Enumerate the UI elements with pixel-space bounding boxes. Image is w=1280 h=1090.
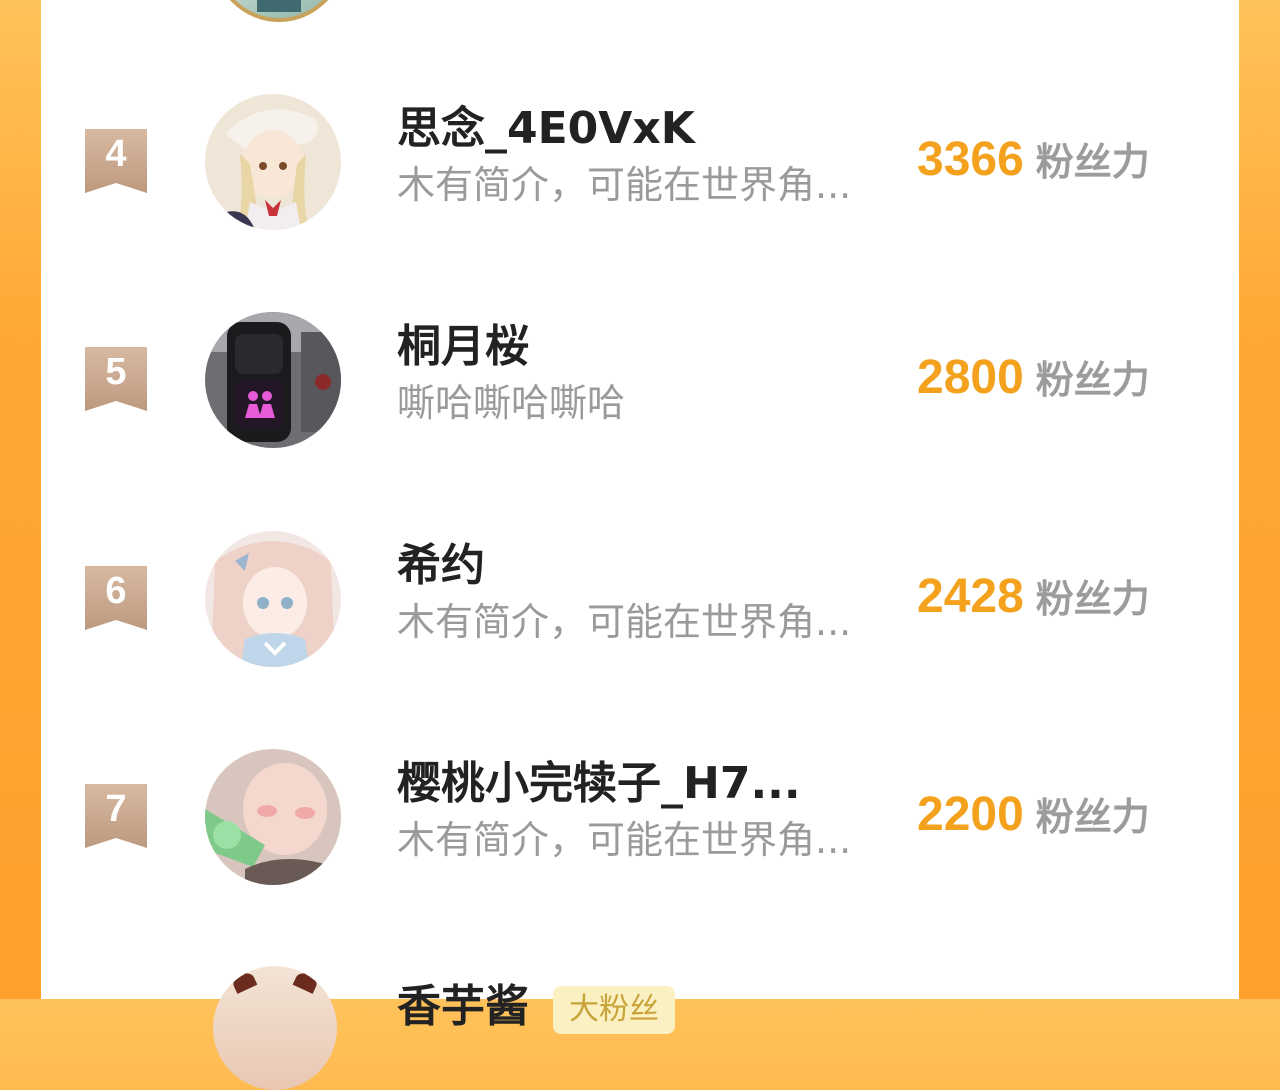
ranking-row[interactable]: 4 思念_4E0VxK 木有简介，可能在世界角... 3366 粉丝力 [0, 92, 1280, 232]
ranking-row[interactable]: 6 希约 木有简介，可能在世界角... 2428 粉丝力 [0, 529, 1280, 669]
rank-badge: 6 [85, 566, 147, 630]
user-avatar[interactable] [205, 94, 341, 230]
ranking-row-partial[interactable]: 香芋酱 大粉丝 [0, 966, 1280, 1090]
fan-power-value: 2800 [917, 351, 1024, 404]
rank-badge: 5 [85, 347, 147, 411]
user-bio: 木有简介，可能在世界角... [397, 818, 852, 862]
ranking-row[interactable]: 7 樱桃小完犊子_H7... 木有简介，可能在世界角... 2200 粉丝力 [0, 747, 1280, 887]
user-bio: 嘶哈嘶哈嘶哈 [397, 381, 626, 425]
fan-power: 2800 粉丝力 [917, 350, 1150, 416]
user-bio: 木有简介，可能在世界角... [397, 600, 852, 644]
fan-power-value: 3366 [917, 133, 1024, 186]
user-avatar[interactable] [205, 531, 341, 667]
fan-power-unit: 粉丝力 [1035, 795, 1150, 839]
rank-number: 6 [105, 570, 127, 612]
fan-power: 2428 粉丝力 [917, 569, 1150, 635]
avatar-image [205, 749, 341, 885]
avatar-horn [230, 970, 258, 994]
fan-power-unit: 粉丝力 [1035, 140, 1150, 184]
avatar-figure [257, 0, 301, 12]
fan-power-value: 2428 [917, 570, 1024, 623]
user-name[interactable]: 香芋酱 [397, 980, 529, 1034]
rank-number: 4 [105, 133, 127, 175]
avatar-image [205, 531, 341, 667]
rank-badge: 4 [85, 129, 147, 193]
fan-power: 3366 粉丝力 [917, 132, 1150, 198]
rank-badge: 7 [85, 784, 147, 848]
user-name[interactable]: 樱桃小完犊子_H7... [397, 757, 801, 811]
rank-number: 7 [105, 788, 127, 830]
ranking-row[interactable]: 5 桐月桜 嘶哈嘶哈嘶哈 2800 粉丝力 [0, 310, 1280, 450]
fan-power-unit: 粉丝力 [1035, 358, 1150, 402]
user-name[interactable]: 思念_4E0VxK [397, 102, 695, 156]
user-avatar[interactable] [205, 312, 341, 448]
rank-number: 5 [105, 351, 127, 393]
user-name[interactable]: 桐月桜 [397, 320, 529, 374]
avatar-image [205, 94, 341, 230]
avatar-image [205, 312, 341, 448]
user-bio: 木有简介，可能在世界角... [397, 163, 852, 207]
avatar-horn [292, 970, 320, 994]
fan-power-unit: 粉丝力 [1035, 577, 1150, 621]
user-avatar[interactable] [213, 966, 337, 1090]
user-name[interactable]: 希约 [397, 539, 485, 593]
fan-power: 2200 粉丝力 [917, 787, 1150, 853]
user-avatar[interactable] [205, 749, 341, 885]
fan-level-tag: 大粉丝 [553, 986, 675, 1034]
fan-power-value: 2200 [917, 788, 1024, 841]
